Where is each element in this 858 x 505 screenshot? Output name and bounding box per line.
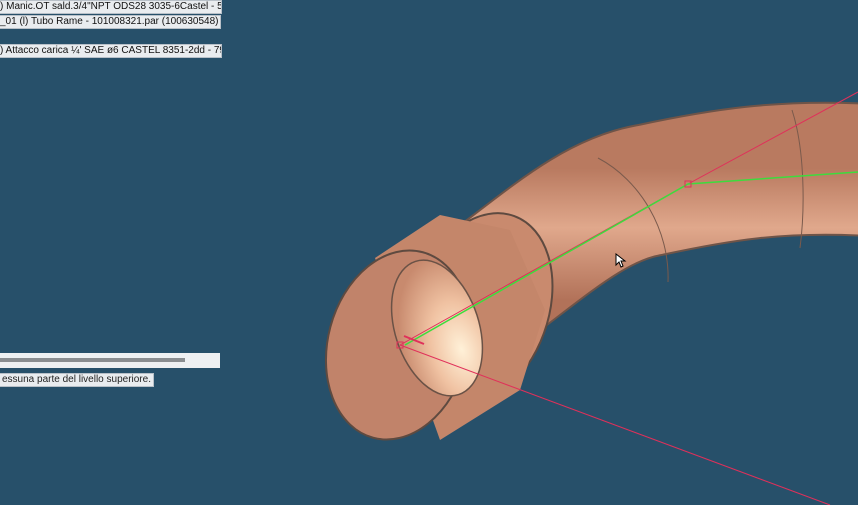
copper-pipe-model	[324, 101, 858, 441]
status-message: essuna parte del livello superiore.	[0, 373, 154, 387]
progress-bar	[0, 353, 220, 368]
tree-label-charge-fitting[interactable]: ) Attacco carica ¼' SAE ø6 CASTEL 8351-2…	[0, 44, 222, 58]
mouse-cursor-icon	[615, 253, 627, 268]
progress-fill	[0, 358, 185, 362]
tree-label-manifold[interactable]: ) Manic.OT sald.3/4"NPT ODS28 3035-6Cast…	[0, 0, 222, 14]
tree-label-copper-tube[interactable]: _01 (l) Tubo Rame - 101008321.par (10063…	[0, 15, 222, 29]
3d-viewport[interactable]	[0, 0, 858, 505]
